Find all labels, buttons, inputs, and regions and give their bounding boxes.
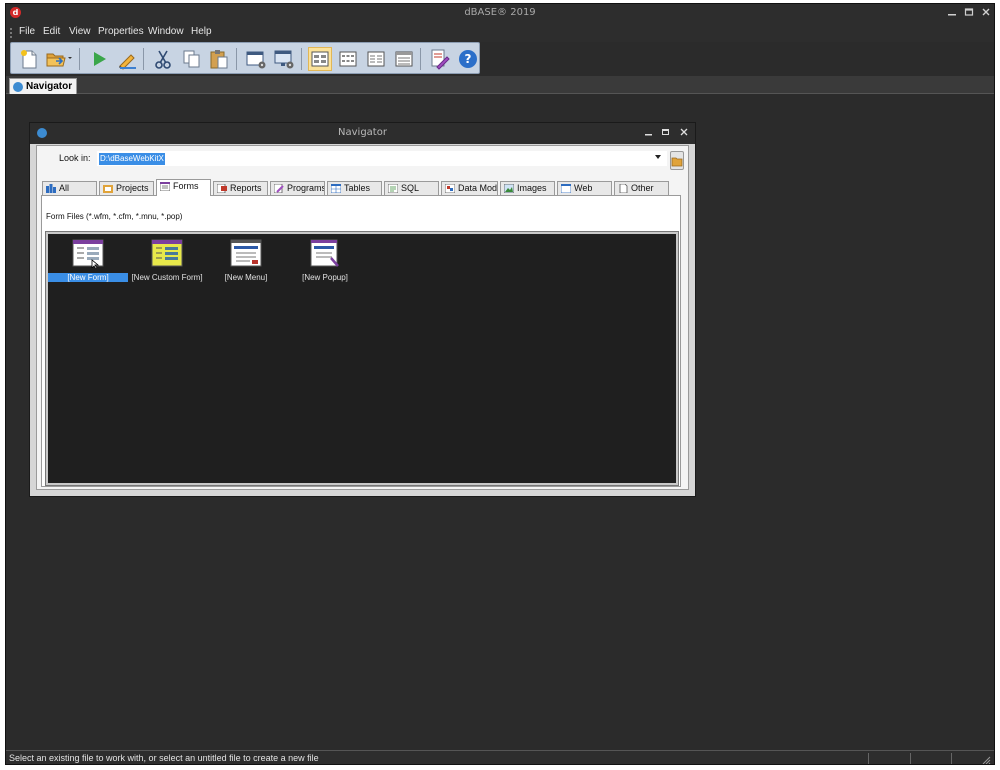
menubar-grip (10, 28, 12, 38)
design-icon[interactable] (115, 47, 139, 71)
menu-window[interactable]: Window (148, 26, 184, 37)
tab-projects[interactable]: Projects (99, 181, 154, 195)
tab-tables[interactable]: Tables (327, 181, 382, 195)
file-item-new-menu[interactable]: [New Menu] (206, 238, 286, 286)
view-list-icon[interactable] (364, 47, 388, 71)
file-type-tabs: All Projects Forms Reports Programs Tabl… (42, 179, 670, 196)
tab-data-modules[interactable]: Data Modu (441, 181, 498, 195)
view-details-icon[interactable] (392, 47, 416, 71)
new-menu-icon (230, 239, 262, 267)
tab-all[interactable]: All (42, 181, 97, 195)
tab-programs[interactable]: Programs (270, 181, 325, 195)
menu-properties[interactable]: Properties (98, 26, 144, 37)
new-file-icon[interactable] (17, 47, 41, 71)
navigator-icon (13, 82, 23, 92)
view-large-icons-icon[interactable] (308, 47, 332, 71)
navigator-body: Look in: D:\dBaseWebKitX All Projects Fo… (36, 145, 689, 490)
open-folder-icon[interactable] (44, 47, 74, 71)
tab-reports[interactable]: Reports (213, 181, 268, 195)
view-small-icons-icon[interactable] (336, 47, 360, 71)
tables-icon (331, 184, 341, 193)
menu-edit[interactable]: Edit (43, 26, 60, 37)
navigator-title-bar[interactable]: Navigator (30, 123, 695, 144)
status-text: Select an existing file to work with, or… (9, 753, 319, 763)
resize-grip-icon[interactable] (981, 755, 991, 764)
new-custom-form-icon (151, 239, 183, 267)
close-icon[interactable] (978, 7, 994, 21)
copy-icon[interactable] (179, 47, 203, 71)
document-tab-strip: Navigator (6, 76, 994, 94)
file-item-new-form[interactable]: [New Form] (48, 238, 128, 286)
properties-settings-icon[interactable] (272, 47, 296, 71)
dbase-main-window: d dBASE® 2019 File Edit View Properties … (5, 3, 995, 765)
navigator-window: Navigator Look in: D:\dBaseWebKitX All P… (29, 122, 696, 497)
other-file-icon (619, 184, 628, 193)
all-icon (46, 184, 56, 193)
menu-help[interactable]: Help (191, 26, 212, 37)
file-item-label: [New Popup] (302, 273, 348, 282)
projects-icon (103, 185, 113, 193)
look-in-combobox[interactable]: D:\dBaseWebKitX (97, 151, 667, 166)
web-icon (561, 184, 571, 193)
svg-text:?: ? (465, 52, 472, 66)
data-modules-icon (445, 184, 455, 193)
reports-icon (217, 184, 227, 193)
browse-folder-button[interactable] (670, 151, 684, 170)
menu-view[interactable]: View (69, 26, 91, 37)
cut-icon[interactable] (151, 47, 175, 71)
images-icon (504, 184, 514, 193)
new-form-icon (72, 239, 104, 268)
chevron-down-icon[interactable] (655, 155, 661, 159)
navigator-close-icon[interactable] (677, 127, 691, 140)
file-item-label: [New Custom Form] (131, 273, 203, 282)
tab-images[interactable]: Images (500, 181, 555, 195)
tab-navigator-label: Navigator (26, 81, 73, 92)
look-in-label: Look in: (59, 153, 91, 163)
paste-icon[interactable] (207, 47, 231, 71)
minimize-icon[interactable] (944, 7, 960, 21)
programs-icon (274, 184, 284, 193)
tab-other[interactable]: Other (614, 181, 669, 195)
help-icon[interactable]: ? (456, 47, 480, 71)
file-item-new-popup[interactable]: [New Popup] (285, 238, 365, 286)
tab-web[interactable]: Web (557, 181, 612, 195)
file-item-label: [New Form] (48, 273, 128, 282)
file-item-label: [New Menu] (224, 273, 268, 282)
run-icon[interactable] (87, 47, 111, 71)
navigator-title: Navigator (338, 127, 387, 138)
menu-file[interactable]: File (19, 26, 35, 37)
navigator-minimize-icon[interactable] (642, 127, 656, 140)
status-bar: Select an existing file to work with, or… (6, 750, 994, 764)
tab-forms[interactable]: Forms (156, 179, 211, 196)
menu-bar: File Edit View Properties Window Help (6, 24, 994, 42)
maximize-icon[interactable] (961, 7, 977, 21)
new-popup-icon (310, 239, 339, 267)
edit-records-icon[interactable] (428, 47, 452, 71)
tab-navigator[interactable]: Navigator (9, 78, 78, 94)
file-list[interactable]: [New Form] [New Custom Form] [New Menu] … (45, 231, 679, 486)
title-bar: d dBASE® 2019 (6, 4, 994, 24)
file-types-label: Form Files (*.wfm, *.cfm, *.mnu, *.pop) (46, 212, 183, 221)
main-toolbar: ? (10, 42, 480, 74)
forms-icon (160, 182, 170, 191)
look-in-value[interactable]: D:\dBaseWebKitX (99, 153, 165, 165)
forms-tab-panel: Form Files (*.wfm, *.cfm, *.mnu, *.pop) (41, 195, 681, 487)
file-item-new-custom-form[interactable]: [New Custom Form] (127, 238, 207, 286)
properties-window-icon[interactable] (244, 47, 268, 71)
navigator-maximize-icon[interactable] (659, 127, 673, 140)
sql-icon (388, 184, 398, 193)
app-title: dBASE® 2019 (464, 7, 536, 18)
tab-sql[interactable]: SQL (384, 181, 439, 195)
